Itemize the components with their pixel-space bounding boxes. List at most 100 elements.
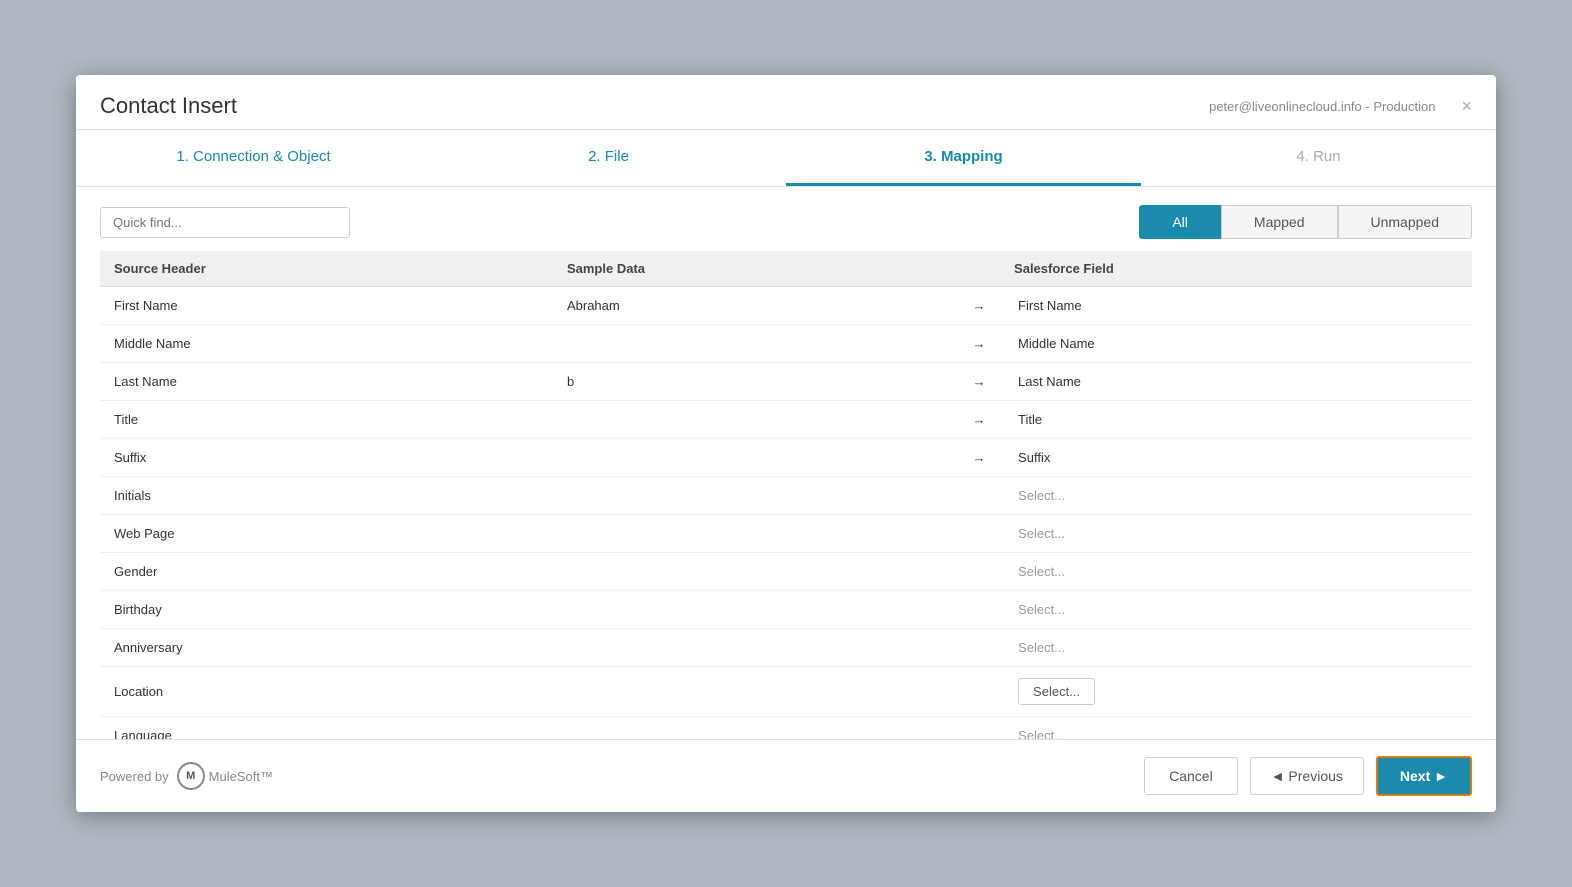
step-2-label: 2. File [588,148,629,165]
mapping-arrow [954,591,1004,629]
salesforce-field[interactable]: Select... [1004,667,1472,717]
mapping-arrow: → [954,287,1004,325]
sample-header: Sample Data [553,251,954,287]
filter-unmapped-button[interactable]: Unmapped [1338,205,1473,239]
modal-footer: Powered by M MuleSoft™ Cancel ◄ Previous… [76,739,1496,812]
step-1[interactable]: 1. Connection & Object [76,130,431,186]
step-4[interactable]: 4. Run [1141,130,1496,186]
powered-by: Powered by M MuleSoft™ [100,762,273,790]
source-field: Suffix [100,439,553,477]
table-row: Birthday Select... [100,591,1472,629]
source-field: Initials [100,477,553,515]
salesforce-field: Suffix [1004,439,1472,477]
filter-buttons: All Mapped Unmapped [1139,205,1472,239]
next-button[interactable]: Next ► [1376,756,1472,796]
close-button[interactable]: × [1461,97,1472,115]
cancel-button[interactable]: Cancel [1144,757,1238,795]
sample-data [553,439,954,477]
select-field-text: Select... [1018,640,1065,655]
salesforce-field: First Name [1004,287,1472,325]
select-field-text: Select... [1018,564,1065,579]
sample-data [553,325,954,363]
select-field-text: Select... [1018,488,1065,503]
table-row: First NameAbraham→First Name [100,287,1472,325]
powered-by-text: Powered by [100,769,169,784]
mapping-arrow [954,477,1004,515]
salesforce-field[interactable]: Select... [1004,629,1472,667]
mapping-arrow [954,553,1004,591]
select-field-button[interactable]: Select... [1018,678,1095,705]
step-4-label: 4. Run [1296,148,1340,165]
sample-data: Abraham [553,287,954,325]
source-field: Web Page [100,515,553,553]
salesforce-field[interactable]: Select... [1004,515,1472,553]
mapping-arrow [954,717,1004,740]
sample-data [553,591,954,629]
table-row: LanguageSelect... [100,717,1472,740]
table-row: Middle Name→Middle Name [100,325,1472,363]
mapping-arrow: → [954,325,1004,363]
mapping-arrow [954,515,1004,553]
source-field: Gender [100,553,553,591]
source-field: Location [100,667,553,717]
modal-user: peter@liveonlinecloud.info - Production [1209,99,1435,114]
salesforce-header: Salesforce Field [954,251,1472,287]
modal-body: All Mapped Unmapped Source Header Sample… [76,187,1496,739]
table-header-row: Source Header Sample Data Salesforce Fie… [100,251,1472,287]
step-1-label: 1. Connection & Object [176,148,330,165]
sample-data [553,717,954,740]
salesforce-field[interactable]: Select... [1004,591,1472,629]
salesforce-field[interactable]: Select... [1004,477,1472,515]
salesforce-field: Middle Name [1004,325,1472,363]
source-field: Middle Name [100,325,553,363]
source-field: Anniversary [100,629,553,667]
footer-right: Cancel ◄ Previous Next ► [1144,756,1472,796]
table-row: Web Page Select... [100,515,1472,553]
mulesoft-logo: M MuleSoft™ [177,762,273,790]
sample-data [553,629,954,667]
step-3[interactable]: 3. Mapping [786,130,1141,186]
modal-header: Contact Insert peter@liveonlinecloud.inf… [76,75,1496,130]
mapping-arrow [954,667,1004,717]
select-field-text: Select... [1018,602,1065,617]
quick-find-input[interactable] [100,207,350,238]
mulesoft-brand: MuleSoft™ [209,769,273,784]
filter-all-button[interactable]: All [1139,205,1221,239]
table-row: Initials Select... [100,477,1472,515]
select-field-text: Select... [1018,728,1065,739]
mapping-table-container: Source Header Sample Data Salesforce Fie… [100,239,1472,739]
mapping-arrow: → [954,401,1004,439]
mulesoft-circle-icon: M [177,762,205,790]
mapping-arrow: → [954,363,1004,401]
select-field-text: Select... [1018,526,1065,541]
sample-data [553,667,954,717]
sample-data: b [553,363,954,401]
sample-data [553,553,954,591]
source-field: Last Name [100,363,553,401]
step-3-label: 3. Mapping [924,148,1002,165]
sample-data [553,477,954,515]
source-field: Birthday [100,591,553,629]
sample-data [553,515,954,553]
salesforce-field[interactable]: Select... [1004,553,1472,591]
source-field: First Name [100,287,553,325]
table-row: Last Nameb→Last Name [100,363,1472,401]
modal-dialog: Contact Insert peter@liveonlinecloud.inf… [76,75,1496,812]
steps-bar: 1. Connection & Object 2. File 3. Mappin… [76,130,1496,187]
mapping-arrow: → [954,439,1004,477]
salesforce-field[interactable]: Select... [1004,717,1472,740]
filter-row: All Mapped Unmapped [100,205,1472,239]
step-2[interactable]: 2. File [431,130,786,186]
modal-header-right: peter@liveonlinecloud.info - Production … [1209,97,1472,115]
salesforce-field: Last Name [1004,363,1472,401]
sample-data [553,401,954,439]
table-row: Anniversary Select... [100,629,1472,667]
table-row: Suffix→Suffix [100,439,1472,477]
modal-title: Contact Insert [100,93,237,119]
filter-mapped-button[interactable]: Mapped [1221,205,1338,239]
table-row: Location Select... [100,667,1472,717]
source-header: Source Header [100,251,553,287]
previous-button[interactable]: ◄ Previous [1250,757,1364,795]
mapping-table: Source Header Sample Data Salesforce Fie… [100,251,1472,739]
source-field: Title [100,401,553,439]
